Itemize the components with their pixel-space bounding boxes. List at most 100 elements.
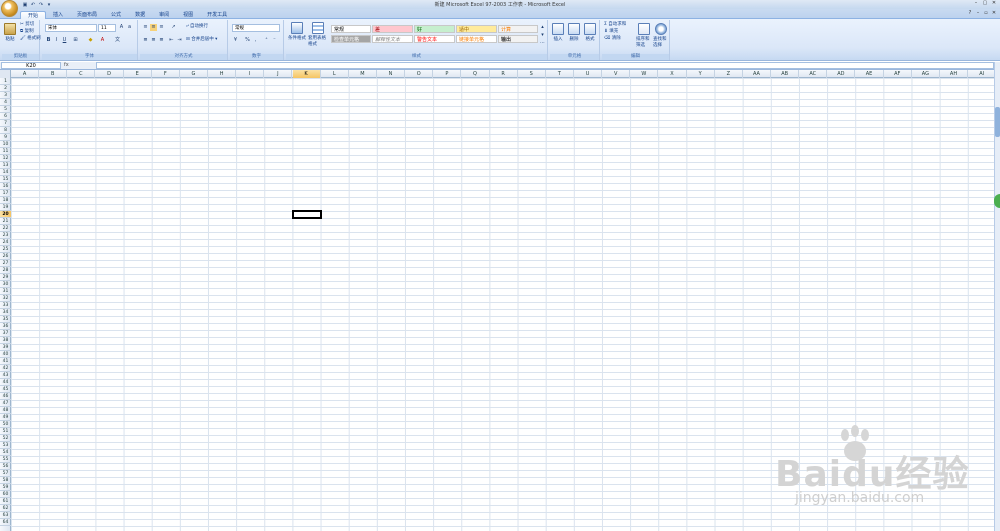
find-select-button[interactable]: 查找和选择 (653, 23, 669, 48)
column-header[interactable]: N (377, 70, 406, 78)
row-header[interactable]: 23 (0, 232, 11, 239)
name-box[interactable]: K20 (1, 62, 61, 69)
style-check-cell[interactable]: 检查单元格 (331, 35, 371, 43)
row-header[interactable]: 51 (0, 428, 11, 435)
row-header[interactable]: 8 (0, 127, 11, 134)
column-header[interactable]: R (490, 70, 518, 78)
row-header[interactable]: 39 (0, 344, 11, 351)
column-header[interactable]: L (321, 70, 349, 78)
align-left-icon[interactable]: ≣ (142, 37, 149, 44)
row-header[interactable]: 38 (0, 337, 11, 344)
row-header[interactable]: 26 (0, 253, 11, 260)
delete-cells-button[interactable]: 删除 (568, 23, 580, 42)
row-header[interactable]: 52 (0, 435, 11, 442)
tab-6[interactable]: 视图 (176, 11, 200, 19)
fx-button[interactable]: fx (64, 62, 96, 69)
grow-font-icon[interactable]: A (118, 24, 125, 31)
underline-icon[interactable]: U (61, 37, 68, 44)
sort-filter-button[interactable]: 排序和筛选 (636, 23, 652, 48)
minimize-icon[interactable]: – (972, 0, 980, 7)
styles-scroll-up-icon[interactable]: ▴ (539, 24, 546, 31)
row-header[interactable]: 5 (0, 106, 11, 113)
cut-button[interactable]: ✂ 剪切 (20, 22, 34, 28)
border-icon[interactable]: ⊞ (72, 37, 79, 44)
column-header[interactable]: AI (968, 70, 994, 78)
italic-icon[interactable]: I (53, 37, 60, 44)
style-warning[interactable]: 警告文本 (414, 35, 455, 43)
row-header[interactable]: 9 (0, 134, 11, 141)
row-header[interactable]: 17 (0, 190, 11, 197)
row-header[interactable]: 62 (0, 505, 11, 512)
column-header[interactable]: AA (743, 70, 772, 78)
tab-4[interactable]: 数据 (128, 11, 152, 19)
doc-restore-icon[interactable]: ▫ (983, 10, 989, 16)
doc-minimize-icon[interactable]: – (975, 10, 981, 16)
row-header[interactable]: 47 (0, 400, 11, 407)
row-header[interactable]: 7 (0, 120, 11, 127)
row-header[interactable]: 31 (0, 288, 11, 295)
row-header[interactable]: 30 (0, 281, 11, 288)
row-header[interactable]: 6 (0, 113, 11, 120)
active-cell[interactable] (291, 210, 322, 219)
column-header[interactable]: X (658, 70, 687, 78)
merge-center-button[interactable]: ⊟ 合并后居中 ▾ (186, 37, 217, 43)
row-header[interactable]: 27 (0, 260, 11, 267)
row-header[interactable]: 49 (0, 414, 11, 421)
column-header[interactable]: E (124, 70, 152, 78)
row-header[interactable]: 46 (0, 393, 11, 400)
column-header[interactable]: M (349, 70, 377, 78)
font-size-select[interactable]: 11 (98, 24, 116, 32)
row-header[interactable]: 28 (0, 267, 11, 274)
column-header[interactable]: Z (715, 70, 743, 78)
row-header[interactable]: 42 (0, 365, 11, 372)
row-header[interactable]: 63 (0, 512, 11, 519)
row-header[interactable]: 25 (0, 246, 11, 253)
row-header[interactable]: 15 (0, 176, 11, 183)
copy-button[interactable]: ⧉ 复制 (20, 29, 34, 35)
column-header[interactable]: AH (940, 70, 969, 78)
tab-1[interactable]: 插入 (46, 11, 70, 19)
row-header[interactable]: 64 (0, 519, 11, 526)
row-header[interactable]: 11 (0, 148, 11, 155)
column-header[interactable]: U (574, 70, 603, 78)
column-header[interactable]: H (208, 70, 237, 78)
styles-scroll-down-icon[interactable]: ▾ (539, 32, 546, 39)
row-header[interactable]: 21 (0, 218, 11, 225)
row-header[interactable]: 53 (0, 442, 11, 449)
format-cells-button[interactable]: 格式 (584, 23, 596, 42)
vertical-scrollbar[interactable] (994, 62, 1000, 531)
row-header[interactable]: 60 (0, 491, 11, 498)
row-header[interactable]: 13 (0, 162, 11, 169)
style-calculation[interactable]: 计算 (498, 25, 538, 33)
wrap-text-button[interactable]: ⤶ 自动换行 (186, 24, 208, 30)
font-color-icon[interactable]: A (99, 37, 106, 44)
row-header[interactable]: 4 (0, 99, 11, 106)
styles-more-icon[interactable]: ⋯ (539, 40, 546, 47)
row-header[interactable]: 41 (0, 358, 11, 365)
column-header[interactable]: F (152, 70, 180, 78)
row-header[interactable]: 20 (0, 211, 11, 218)
help-icon[interactable]: ? (967, 10, 973, 16)
align-right-icon[interactable]: ≣ (158, 37, 165, 44)
row-header[interactable]: 37 (0, 330, 11, 337)
insert-cells-button[interactable]: 插入 (552, 23, 564, 42)
align-middle-icon[interactable]: ≡ (150, 24, 157, 31)
row-header[interactable]: 33 (0, 302, 11, 309)
row-header[interactable]: 48 (0, 407, 11, 414)
style-good[interactable]: 好 (414, 25, 455, 33)
column-header[interactable]: Y (687, 70, 715, 78)
row-header[interactable]: 1 (0, 78, 11, 85)
column-header[interactable]: V (602, 70, 631, 78)
vertical-scroll-thumb[interactable] (995, 107, 1000, 137)
row-header[interactable]: 61 (0, 498, 11, 505)
align-center-icon[interactable]: ≣ (150, 37, 157, 44)
column-header[interactable]: D (95, 70, 124, 78)
row-header[interactable]: 45 (0, 386, 11, 393)
column-header[interactable]: C (67, 70, 96, 78)
style-explanatory[interactable]: 解释性文本 (372, 35, 413, 43)
row-header[interactable]: 58 (0, 477, 11, 484)
row-header[interactable]: 32 (0, 295, 11, 302)
format-as-table-button[interactable]: 套用表格格式 (308, 22, 328, 47)
row-header[interactable]: 55 (0, 456, 11, 463)
column-header[interactable]: B (39, 70, 68, 78)
